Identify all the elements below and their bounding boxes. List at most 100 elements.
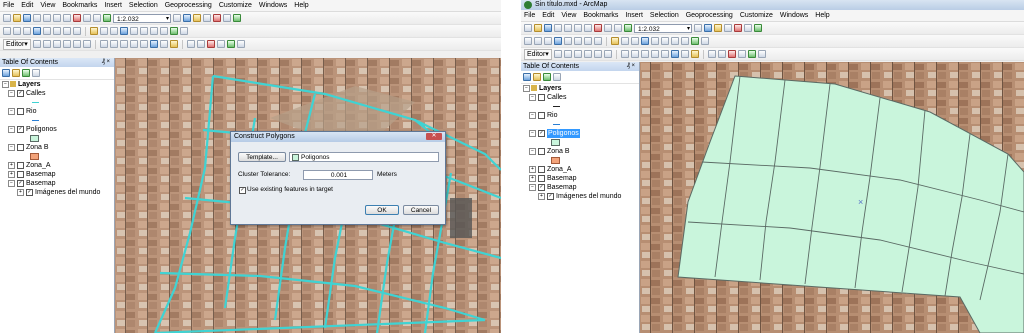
identify-icon[interactable]: [641, 37, 649, 45]
clear-selection-icon[interactable]: [621, 37, 629, 45]
measure-icon[interactable]: [140, 27, 148, 35]
create-features-icon[interactable]: [690, 50, 699, 58]
list-by-source-icon[interactable]: [533, 73, 541, 81]
model-builder-icon[interactable]: [754, 24, 762, 32]
list-by-visibility-icon[interactable]: [543, 73, 551, 81]
html-popup-icon[interactable]: [130, 27, 138, 35]
forward-icon[interactable]: [73, 27, 81, 35]
delete-icon[interactable]: [594, 24, 602, 32]
ok-button[interactable]: OK: [365, 205, 399, 215]
layer-item-poligonos[interactable]: − ✓ Poligonos: [521, 129, 639, 138]
back-icon[interactable]: [584, 37, 592, 45]
layer-root[interactable]: − Layers: [0, 80, 114, 89]
select-features-icon[interactable]: [611, 37, 619, 45]
layer-visibility-checkbox[interactable]: ✓: [538, 184, 545, 191]
collapse-icon[interactable]: −: [529, 94, 536, 101]
expand-icon[interactable]: +: [8, 171, 15, 178]
map-view[interactable]: ×: [640, 62, 1024, 333]
menu-geoprocessing[interactable]: Geoprocessing: [165, 2, 212, 9]
error-inspector-icon[interactable]: [757, 50, 766, 58]
construct-polygons-icon[interactable]: [727, 50, 736, 58]
editor-toolbar-icon[interactable]: [694, 24, 702, 32]
topology-icon[interactable]: [707, 50, 716, 58]
paste-icon[interactable]: [63, 14, 71, 22]
trace-icon[interactable]: [72, 40, 81, 48]
edit-vertices-icon[interactable]: [99, 40, 108, 48]
layer-visibility-checkbox[interactable]: ✓: [17, 90, 24, 97]
layer-visibility-checkbox[interactable]: ✓: [17, 126, 24, 133]
planarize-icon[interactable]: [216, 40, 225, 48]
layer-visibility-checkbox[interactable]: ✓: [26, 189, 33, 196]
reshape-icon[interactable]: [630, 50, 639, 58]
collapse-icon[interactable]: −: [8, 144, 15, 151]
layer-item-zona-a[interactable]: + Zona_A: [0, 161, 114, 170]
template-button[interactable]: Template...: [238, 152, 286, 162]
python-icon[interactable]: [223, 14, 231, 22]
back-icon[interactable]: [63, 27, 71, 35]
layer-item-calles[interactable]: − ✓ Calles: [0, 89, 114, 98]
cut-icon[interactable]: [43, 14, 51, 22]
layer-visibility-checkbox[interactable]: [538, 94, 545, 101]
redo-icon[interactable]: [614, 24, 622, 32]
menu-geoprocessing[interactable]: Geoprocessing: [686, 12, 733, 19]
straight-segment-icon[interactable]: [52, 40, 61, 48]
viewer-icon[interactable]: [701, 37, 709, 45]
list-by-selection-icon[interactable]: [553, 73, 561, 81]
straight-segment-icon[interactable]: [573, 50, 582, 58]
menu-file[interactable]: File: [524, 12, 535, 19]
topology-icon[interactable]: [186, 40, 195, 48]
arctoolbox-icon[interactable]: [734, 24, 742, 32]
undo-icon[interactable]: [604, 24, 612, 32]
point-icon[interactable]: [82, 40, 91, 48]
layer-item-basemap-1[interactable]: + Basemap: [0, 170, 114, 179]
zoom-out-icon[interactable]: [13, 27, 21, 35]
catalog-icon[interactable]: [714, 24, 722, 32]
editor-menu-button[interactable]: Editor▾: [524, 48, 552, 60]
end-point-arc-icon[interactable]: [583, 50, 592, 58]
go-to-xy-icon[interactable]: [160, 27, 168, 35]
expand-icon[interactable]: +: [529, 175, 536, 182]
layer-visibility-checkbox[interactable]: [538, 175, 545, 182]
create-features-icon[interactable]: [169, 40, 178, 48]
menu-selection[interactable]: Selection: [650, 12, 679, 19]
reshape-icon[interactable]: [109, 40, 118, 48]
menu-bookmarks[interactable]: Bookmarks: [583, 12, 618, 19]
menu-insert[interactable]: Insert: [104, 2, 122, 9]
fixed-zoom-in-icon[interactable]: [564, 37, 572, 45]
open-icon[interactable]: [534, 24, 542, 32]
layer-item-rio[interactable]: − Rio: [521, 111, 639, 120]
error-inspector-icon[interactable]: [236, 40, 245, 48]
edit-annotation-icon[interactable]: [42, 40, 51, 48]
cut-polygons-icon[interactable]: [119, 40, 128, 48]
tolerance-input[interactable]: 0.001: [303, 170, 373, 180]
split-icon[interactable]: [129, 40, 138, 48]
zoom-in-icon[interactable]: [524, 37, 532, 45]
map-scale-dropdown[interactable]: 1:2.032 ▾: [634, 23, 692, 33]
layer-visibility-checkbox[interactable]: ✓: [538, 130, 545, 137]
edit-vertices-icon[interactable]: [620, 50, 629, 58]
layer-item-rio[interactable]: − Rio: [0, 107, 114, 116]
close-icon[interactable]: ✕: [426, 133, 442, 140]
open-icon[interactable]: [13, 14, 21, 22]
measure-icon[interactable]: [661, 37, 669, 45]
copy-icon[interactable]: [53, 14, 61, 22]
menu-windows[interactable]: Windows: [780, 12, 808, 19]
select-features-icon[interactable]: [90, 27, 98, 35]
rotate-icon[interactable]: [139, 40, 148, 48]
end-point-arc-icon[interactable]: [62, 40, 71, 48]
viewer-icon[interactable]: [180, 27, 188, 35]
fixed-zoom-out-icon[interactable]: [574, 37, 582, 45]
menu-insert[interactable]: Insert: [625, 12, 643, 19]
layer-root[interactable]: − Layers: [521, 84, 639, 93]
expand-icon[interactable]: +: [17, 189, 24, 196]
collapse-icon[interactable]: −: [2, 81, 9, 88]
edit-annotation-icon[interactable]: [563, 50, 572, 58]
list-by-drawing-order-icon[interactable]: [2, 69, 10, 77]
layer-item-imagenes[interactable]: + ✓ Imágenes del mundo: [0, 188, 114, 197]
map-canvas[interactable]: ×: [640, 62, 1024, 333]
layer-item-basemap-2[interactable]: − ✓ Basemap: [0, 179, 114, 188]
layer-visibility-checkbox[interactable]: [538, 112, 545, 119]
expand-icon[interactable]: +: [538, 193, 545, 200]
layer-item-poligonos[interactable]: − ✓ Poligonos: [0, 125, 114, 134]
sketch-properties-icon[interactable]: [680, 50, 689, 58]
